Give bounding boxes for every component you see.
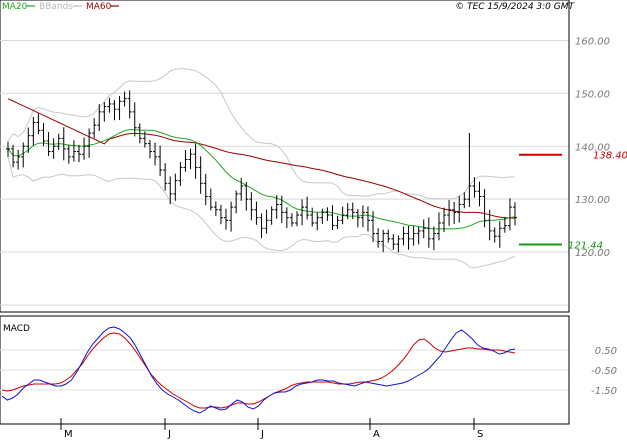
credit-text: © TEC 15/9/2024 3:0 GMT [455,2,575,12]
price-tick-label: 160.00 [575,36,610,47]
price-tick-label: 150.00 [575,89,610,100]
macd-axis: 0.50 -0.50 -1.50 [568,316,617,424]
macd-panel: MACD [0,315,570,425]
month-label: J [260,429,264,440]
month-label: M [64,429,73,440]
macd-tick-label: -1.50 [591,386,617,397]
price-tick-label: 120.00 [575,248,610,259]
legend-ma60: MA60 [86,2,112,12]
stock-chart: 138.40121.44 120.00 130.00 140.00 150.00 160… [0,0,627,440]
legend-bbands: BBands [39,2,73,12]
header-legend: MA20 BBands MA60 [2,2,119,12]
month-label: S [477,429,483,440]
price-tick-label: 140.00 [575,142,610,153]
price-tick-label: 130.00 [575,195,610,206]
macd-tick-label: -0.50 [591,366,617,377]
macd-tick-label: 0.50 [595,346,617,357]
price-panel: 138.40121.44 [0,0,627,313]
legend-ma20: MA20 [2,2,28,12]
month-label: J [167,429,171,440]
month-label: A [373,429,380,440]
macd-title: MACD [3,324,30,334]
